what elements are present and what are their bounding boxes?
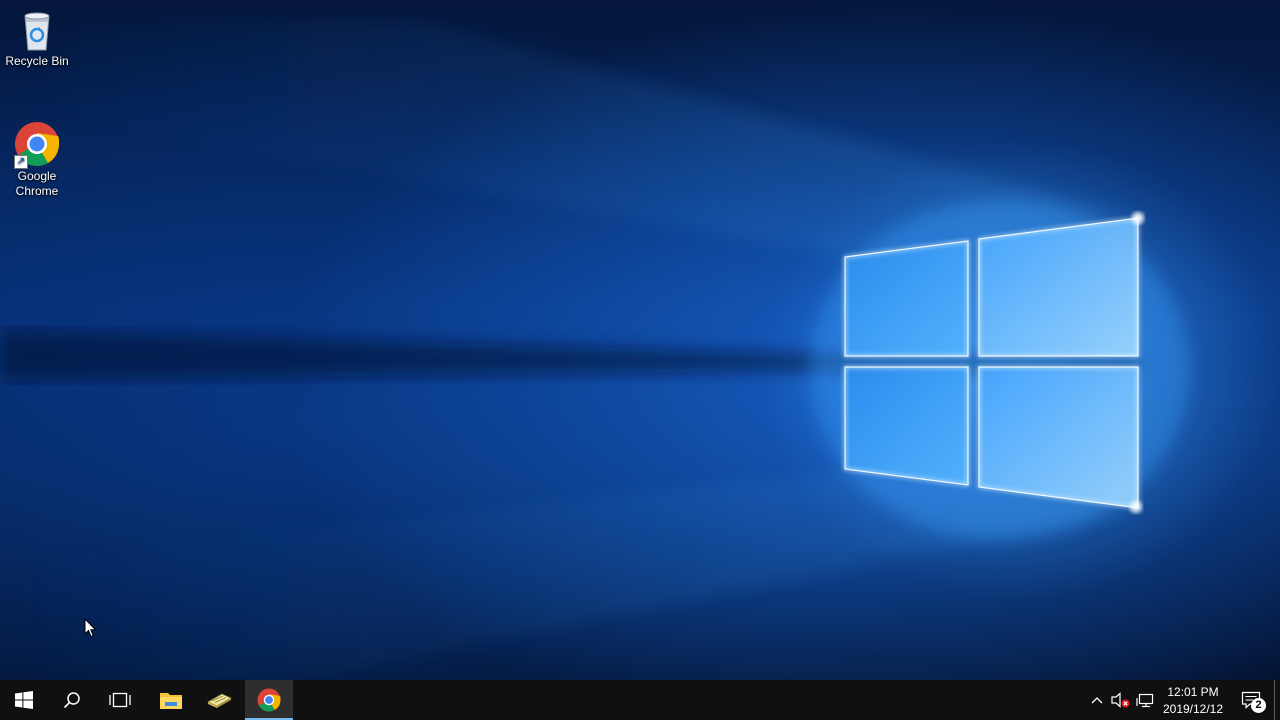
mouse-cursor-icon (84, 618, 97, 638)
taskbar: 12:01 PM 2019/12/12 2 (0, 680, 1280, 720)
system-clock[interactable]: 12:01 PM 2019/12/12 (1156, 680, 1230, 720)
folder-icon (160, 693, 182, 709)
taskbar-file-explorer[interactable] (148, 680, 194, 720)
desktop-icon-google-chrome[interactable]: ↗ Google Chrome (0, 121, 74, 199)
taskbar-google-chrome[interactable] (245, 680, 293, 720)
start-button[interactable] (0, 680, 48, 720)
clock-date: 2019/12/12 (1162, 702, 1224, 716)
show-desktop-button[interactable] (1274, 680, 1280, 720)
shortcut-arrow-icon: ↗ (14, 155, 28, 169)
desktop-icon-recycle-bin[interactable]: Recycle Bin (0, 8, 74, 69)
windows-logo-wallpaper (0, 20, 1190, 680)
network-button[interactable] (1133, 680, 1157, 720)
show-hidden-icons-button[interactable] (1086, 680, 1108, 720)
search-icon (63, 692, 80, 709)
action-center-button[interactable]: 2 (1234, 680, 1268, 720)
clock-time: 12:01 PM (1167, 685, 1219, 699)
recycle-bin-icon (17, 8, 57, 52)
notepad-icon (207, 693, 232, 708)
chrome-icon: ↗ (14, 121, 60, 169)
desktop-icon-label: Google Chrome (15, 169, 59, 198)
task-view-button[interactable] (96, 680, 144, 720)
taskbar-notepad[interactable] (196, 680, 242, 720)
desktop-icon-label: Recycle Bin (5, 54, 69, 68)
task-view-icon (109, 692, 131, 708)
network-icon (1136, 693, 1154, 708)
chevron-up-icon (1091, 697, 1103, 704)
chrome-icon (257, 688, 281, 712)
notification-count-badge: 2 (1251, 698, 1266, 713)
windows-logo-icon (15, 691, 33, 709)
volume-button[interactable] (1108, 680, 1132, 720)
desktop-wallpaper[interactable]: Recycle Bin ↗ Google Chrome (0, 0, 1280, 680)
search-button[interactable] (48, 680, 96, 720)
volume-muted-icon (1111, 692, 1130, 708)
